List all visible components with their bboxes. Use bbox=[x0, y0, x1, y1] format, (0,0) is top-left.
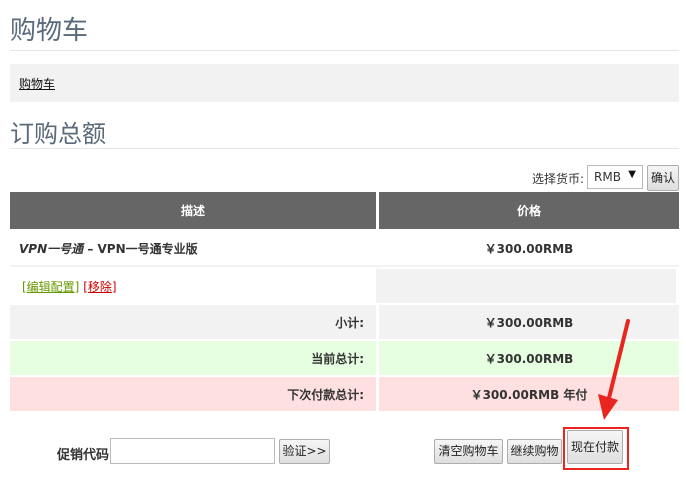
divider bbox=[10, 148, 679, 149]
table-row: 小计: ￥300.00RMB bbox=[10, 303, 679, 339]
product-detail: – VPN一号通专业版 bbox=[83, 241, 198, 256]
table-row: 当前总计: ￥300.00RMB bbox=[10, 339, 679, 375]
table-row: 下次付款总计: ￥300.00RMB 年付 bbox=[10, 375, 679, 411]
header-description: 描述 bbox=[10, 192, 379, 229]
remove-link[interactable]: [移除] bbox=[83, 280, 116, 294]
annotation-highlight-box bbox=[563, 427, 629, 470]
page-title: 购物车 bbox=[10, 16, 89, 46]
currency-selected-value: RMB bbox=[594, 170, 621, 184]
cart-table: 描述 价格 VPN一号通 – VPN一号通专业版 ￥300.00RMB [编辑配… bbox=[10, 192, 679, 411]
edit-config-link[interactable]: [编辑配置] bbox=[22, 280, 79, 294]
annotation-arrow-icon bbox=[598, 319, 630, 420]
item-description: VPN一号通 – VPN一号通专业版 bbox=[10, 229, 379, 267]
empty-cell bbox=[379, 267, 679, 303]
verify-button[interactable]: 验证>> bbox=[279, 439, 330, 464]
currency-label: 选择货币: bbox=[532, 172, 585, 186]
currency-select[interactable]: RMB ▼ bbox=[587, 165, 643, 189]
current-total-label: 当前总计: bbox=[10, 339, 379, 375]
table-row: VPN一号通 – VPN一号通专业版 ￥300.00RMB bbox=[10, 229, 679, 267]
section-title: 订购总额 bbox=[10, 120, 106, 148]
next-payment-label: 下次付款总计: bbox=[10, 375, 379, 411]
table-row: [编辑配置] [移除] bbox=[10, 267, 679, 303]
empty-cart-button[interactable]: 清空购物车 bbox=[434, 439, 503, 464]
breadcrumb: 购物车 bbox=[10, 64, 679, 102]
continue-shopping-button[interactable]: 继续购物 bbox=[507, 439, 562, 464]
divider bbox=[10, 50, 679, 51]
promo-code-input[interactable] bbox=[110, 438, 275, 464]
breadcrumb-link-cart[interactable]: 购物车 bbox=[19, 75, 55, 92]
product-name: VPN一号通 bbox=[19, 241, 84, 256]
promo-code-label: 促销代码 bbox=[57, 448, 110, 463]
item-price: ￥300.00RMB bbox=[379, 229, 679, 267]
subtotal-label: 小计: bbox=[10, 303, 379, 339]
chevron-down-icon: ▼ bbox=[628, 169, 636, 180]
confirm-currency-button[interactable]: 确认 bbox=[647, 165, 679, 191]
header-price: 价格 bbox=[379, 192, 679, 229]
item-actions: [编辑配置] [移除] bbox=[10, 267, 379, 303]
